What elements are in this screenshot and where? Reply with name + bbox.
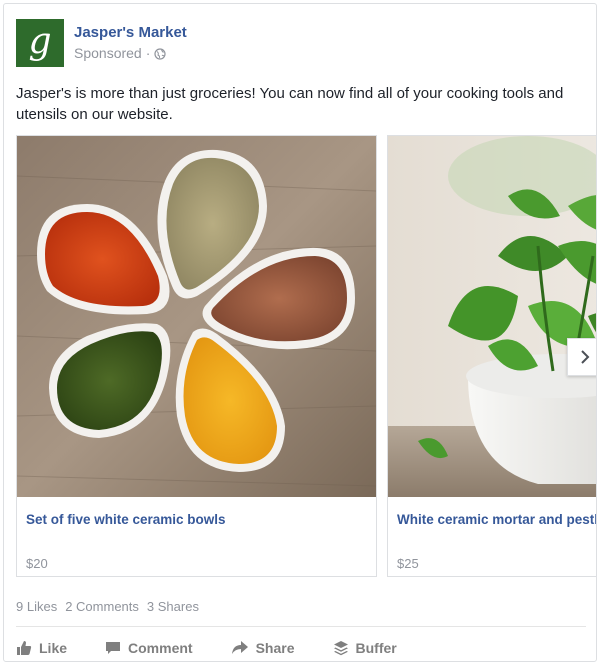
- action-bar: Like Comment Share Buffer: [16, 634, 435, 661]
- product-carousel: Set of five white ceramic bowls $20 Whit…: [16, 135, 596, 577]
- globe-icon[interactable]: [154, 47, 166, 60]
- card-price: $25: [397, 556, 419, 571]
- card-title[interactable]: Set of five white ceramic bowls: [26, 512, 226, 527]
- buffer-button[interactable]: Buffer: [333, 640, 397, 656]
- page-avatar[interactable]: g: [16, 19, 64, 67]
- mint-mortar-image[interactable]: [388, 136, 596, 497]
- likes-count[interactable]: 9 Likes: [16, 599, 57, 614]
- shares-count[interactable]: 3 Shares: [147, 599, 199, 614]
- like-label: Like: [39, 640, 68, 656]
- engagement-stats: 9 Likes 2 Comments 3 Shares: [16, 599, 199, 614]
- post-message: Jasper's is more than just groceries! Yo…: [16, 85, 564, 123]
- carousel-card-2[interactable]: White ceramic mortar and pestle $25: [387, 135, 596, 577]
- divider: [16, 626, 586, 627]
- card-title[interactable]: White ceramic mortar and pestle: [397, 512, 596, 527]
- post-meta: Sponsored ·: [74, 44, 187, 63]
- card-price: $20: [26, 556, 48, 571]
- share-icon: [231, 641, 248, 654]
- buffer-stack-icon: [333, 641, 348, 656]
- spice-bowls-image[interactable]: [17, 136, 376, 497]
- like-button[interactable]: Like: [16, 640, 67, 656]
- comments-count[interactable]: 2 Comments: [65, 599, 139, 614]
- carousel-card-1[interactable]: Set of five white ceramic bowls $20: [16, 135, 377, 577]
- sponsored-post: g Jasper's Market Sponsored · Jasper's i…: [3, 3, 597, 662]
- comment-button[interactable]: Comment: [105, 640, 193, 656]
- share-button[interactable]: Share: [231, 640, 295, 656]
- avatar-logo-letter: g: [28, 21, 52, 62]
- page-name-link[interactable]: Jasper's Market: [74, 23, 187, 42]
- comment-label: Comment: [128, 640, 193, 656]
- sponsored-label[interactable]: Sponsored: [74, 44, 142, 63]
- buffer-label: Buffer: [355, 640, 397, 656]
- meta-separator: ·: [145, 45, 151, 61]
- chevron-right-icon: [580, 350, 589, 364]
- thumbs-up-icon: [17, 641, 32, 655]
- post-header: g Jasper's Market Sponsored ·: [16, 18, 187, 68]
- comment-icon: [106, 642, 121, 654]
- header-text: Jasper's Market Sponsored ·: [74, 23, 187, 63]
- carousel-next-button[interactable]: [567, 338, 596, 376]
- share-label: Share: [255, 640, 295, 656]
